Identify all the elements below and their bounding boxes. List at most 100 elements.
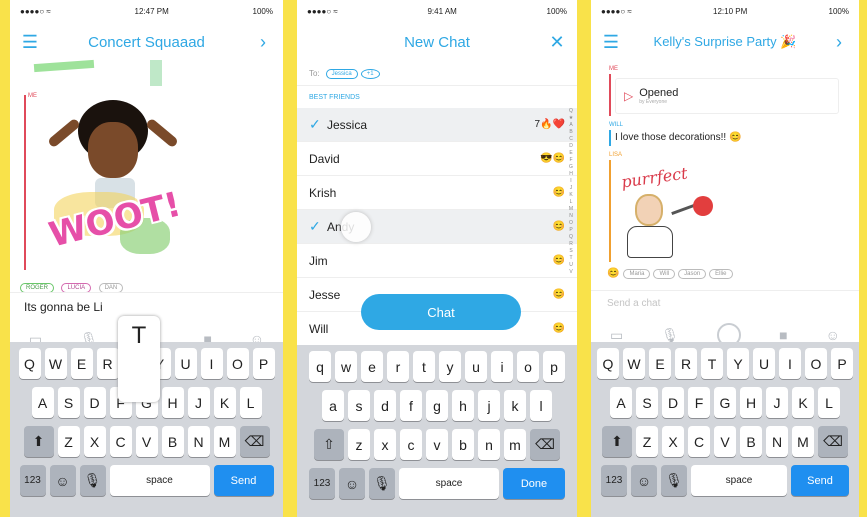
key[interactable]: k	[504, 390, 526, 421]
key[interactable]: X	[662, 426, 684, 457]
key[interactable]: s	[348, 390, 370, 421]
index-letter[interactable]: P	[567, 227, 575, 234]
index-letter[interactable]: F	[567, 157, 575, 164]
contact-row[interactable]: Krish 😊	[297, 176, 577, 210]
key[interactable]: W	[44, 348, 67, 379]
key[interactable]: D	[662, 387, 684, 418]
key[interactable]: A	[610, 387, 632, 418]
key[interactable]: C	[688, 426, 710, 457]
dictation-key[interactable]: 🎙	[661, 465, 687, 496]
key[interactable]: c	[400, 429, 422, 460]
key[interactable]: V	[135, 426, 158, 457]
key[interactable]: I	[200, 348, 223, 379]
index-letter[interactable]: M	[567, 206, 575, 213]
friend-chip[interactable]: Will	[653, 268, 676, 279]
key[interactable]: P	[831, 348, 853, 379]
menu-icon[interactable]: ☰	[601, 32, 621, 53]
index-letter[interactable]: T	[567, 255, 575, 262]
key[interactable]: W	[623, 348, 645, 379]
key[interactable]: i	[491, 351, 513, 382]
backspace-key[interactable]: ⌫	[530, 429, 560, 460]
chevron-right-icon[interactable]: ›	[253, 32, 273, 53]
emoji-key[interactable]: ☺	[49, 465, 76, 496]
video-icon[interactable]: ■	[779, 327, 787, 343]
key[interactable]: O	[226, 348, 249, 379]
dictation-key[interactable]: 🎙	[79, 465, 106, 496]
dictation-key[interactable]: 🎙	[369, 468, 395, 499]
key[interactable]: N	[187, 426, 210, 457]
space-key[interactable]: space	[399, 468, 499, 499]
key[interactable]: d	[374, 390, 396, 421]
key[interactable]: S	[57, 387, 80, 418]
key[interactable]: E	[649, 348, 671, 379]
recipient-chip[interactable]: +1	[360, 68, 380, 79]
key[interactable]: L	[239, 387, 262, 418]
key[interactable]: Z	[57, 426, 80, 457]
bitmoji-sticker[interactable]: purrfect	[619, 163, 729, 264]
key[interactable]: M	[792, 426, 814, 457]
index-letter[interactable]: Q	[567, 234, 575, 241]
key[interactable]: v	[426, 429, 448, 460]
key[interactable]: y	[439, 351, 461, 382]
space-key[interactable]: space	[109, 465, 210, 496]
key[interactable]: K	[792, 387, 814, 418]
index-letter[interactable]: K	[567, 192, 575, 199]
image-icon[interactable]: ▭	[610, 327, 623, 344]
key[interactable]: r	[387, 351, 409, 382]
close-icon[interactable]: ✕	[547, 32, 567, 53]
index-letter[interactable]: V	[567, 269, 575, 276]
key[interactable]: U	[753, 348, 775, 379]
backspace-key[interactable]: ⌫	[818, 426, 848, 457]
index-letter[interactable]: B	[567, 129, 575, 136]
key[interactable]: I	[779, 348, 801, 379]
key[interactable]: L	[818, 387, 840, 418]
send-key[interactable]: Send	[213, 465, 274, 496]
menu-icon[interactable]: ☰	[20, 32, 40, 53]
key[interactable]: J	[766, 387, 788, 418]
numbers-key[interactable]: 123	[309, 468, 335, 499]
index-letter[interactable]: ★	[567, 115, 575, 122]
index-letter[interactable]: J	[567, 185, 575, 192]
key[interactable]: h	[452, 390, 474, 421]
friend-chip[interactable]: Jason	[678, 268, 707, 279]
key[interactable]: n	[478, 429, 500, 460]
microphone-icon[interactable]: 🎙	[661, 327, 679, 344]
key[interactable]: E	[70, 348, 93, 379]
recipient-chip[interactable]: Jessica	[325, 68, 358, 79]
key[interactable]: N	[766, 426, 788, 457]
key[interactable]: K	[213, 387, 236, 418]
numbers-key[interactable]: 123	[19, 465, 46, 496]
numbers-key[interactable]: 123	[601, 465, 627, 496]
key[interactable]: S	[636, 387, 658, 418]
key[interactable]: O	[805, 348, 827, 379]
key[interactable]: F	[688, 387, 710, 418]
message-input[interactable]: Its gonna be Li	[24, 300, 103, 314]
backspace-key[interactable]: ⌫	[239, 426, 270, 457]
contact-row[interactable]: ✓ Andy 😊	[297, 210, 577, 244]
key[interactable]: Z	[636, 426, 658, 457]
key[interactable]: D	[83, 387, 106, 418]
key[interactable]: G	[714, 387, 736, 418]
emoji-key[interactable]: ☺	[631, 465, 657, 496]
key[interactable]: B	[161, 426, 184, 457]
index-letter[interactable]: R	[567, 241, 575, 248]
key[interactable]: b	[452, 429, 474, 460]
space-key[interactable]: space	[691, 465, 787, 496]
key[interactable]: T	[701, 348, 723, 379]
key[interactable]: A	[31, 387, 54, 418]
key[interactable]: Q	[18, 348, 41, 379]
friend-chip[interactable]: Maria	[623, 268, 651, 279]
chat-input[interactable]: Send a chat	[607, 298, 660, 309]
key[interactable]: j	[478, 390, 500, 421]
index-letter[interactable]: E	[567, 150, 575, 157]
index-letter[interactable]: O	[567, 220, 575, 227]
contact-row[interactable]: Jim 😊	[297, 244, 577, 278]
key[interactable]: H	[161, 387, 184, 418]
index-letter[interactable]: U	[567, 262, 575, 269]
key[interactable]: V	[714, 426, 736, 457]
key[interactable]: o	[517, 351, 539, 382]
key[interactable]: l	[530, 390, 552, 421]
to-field[interactable]: To: Jessica +1	[297, 62, 577, 86]
index-letter[interactable]: H	[567, 171, 575, 178]
friend-chip[interactable]: Ellie	[709, 268, 733, 279]
